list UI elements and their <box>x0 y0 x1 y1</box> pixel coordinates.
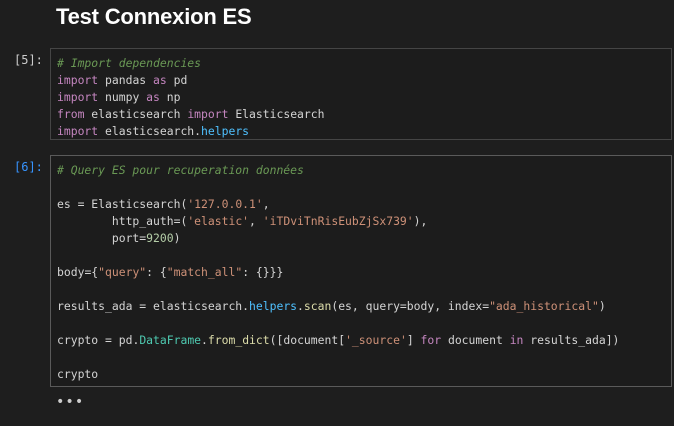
code-token: helpers <box>201 124 250 138</box>
code-token: as <box>146 90 160 104</box>
code-token: : {}}} <box>242 265 284 279</box>
code-token: elasticsearch. <box>146 299 250 313</box>
code-token: . <box>201 333 208 347</box>
code-token: ] <box>406 333 421 347</box>
code-token: from_dict <box>207 333 270 347</box>
code-token: scan <box>303 299 332 313</box>
code-token: document <box>441 333 510 347</box>
code-token: "match_all" <box>166 265 243 279</box>
code-token: pandas <box>98 73 154 87</box>
code-token: es <box>57 197 78 211</box>
code-token: # Import dependencies <box>57 56 202 70</box>
code-token: , <box>262 197 270 211</box>
code-token: results_ada <box>57 299 140 313</box>
code-cell-imports[interactable]: [5]: # Import dependencies import pandas … <box>0 48 674 144</box>
code-line: port=9200) <box>57 230 181 247</box>
code-token: : { <box>146 265 167 279</box>
code-token: pd. <box>111 333 140 347</box>
code-token: in <box>509 333 524 347</box>
code-token: import <box>57 124 99 138</box>
code-token: 'iTDviTnRisEubZjSx739' <box>262 214 414 228</box>
code-token: port <box>57 231 140 245</box>
notebook-title: Test Connexion ES <box>56 4 252 29</box>
more-actions-icon[interactable]: ••• <box>56 394 84 410</box>
code-editor[interactable]: # Query ES pour recuperation données es =… <box>50 155 672 387</box>
code-line: from elasticsearch import Elasticsearch <box>57 106 324 123</box>
code-token: crypto <box>57 333 106 347</box>
code-token: pd <box>166 73 188 87</box>
code-token: from <box>57 107 85 121</box>
code-token: . <box>297 299 304 313</box>
code-token: # Query ES pour recuperation données <box>57 163 304 177</box>
code-line: crypto = pd.DataFrame.from_dict([documen… <box>57 332 619 349</box>
code-line: import pandas as pd <box>57 72 187 89</box>
code-token: '_source' <box>345 333 407 347</box>
code-line: body={"query": {"match_all": {}}} <box>57 264 283 281</box>
code-token: = <box>105 333 112 347</box>
code-line: crypto <box>57 366 98 383</box>
code-line: # Query ES pour recuperation données <box>57 162 304 179</box>
code-token: Elasticsearch <box>228 107 325 121</box>
code-token: ([document[ <box>269 333 346 347</box>
code-token: import <box>57 90 99 104</box>
code-token: (es, query <box>331 299 400 313</box>
code-editor[interactable]: # Import dependencies import pandas as pd… <box>50 48 672 140</box>
code-token: 'elastic' <box>187 214 250 228</box>
code-token: for <box>420 333 442 347</box>
code-token: body <box>57 265 85 279</box>
code-cell-query[interactable]: [6]: # Query ES pour recuperation donnée… <box>0 155 674 390</box>
code-token: elasticsearch. <box>98 124 202 138</box>
code-token: as <box>153 73 167 87</box>
code-token: DataFrame <box>139 333 202 347</box>
code-token: np <box>159 90 181 104</box>
code-token: results_ada]) <box>523 333 620 347</box>
code-token: "query" <box>98 265 147 279</box>
execution-count: [5]: <box>14 53 43 67</box>
code-line: es = Elasticsearch('127.0.0.1', <box>57 196 270 213</box>
code-token: elasticsearch <box>84 107 188 121</box>
code-token: body, index <box>406 299 483 313</box>
code-line: import numpy as np <box>57 89 180 106</box>
code-token: numpy <box>98 90 147 104</box>
code-token: crypto <box>57 367 99 381</box>
code-line: http_auth=('elastic', 'iTDviTnRisEubZjSx… <box>57 213 428 230</box>
code-token: "ada_historical" <box>489 299 599 313</box>
code-line: results_ada = elasticsearch.helpers.scan… <box>57 298 606 315</box>
code-token: ) <box>173 231 181 245</box>
code-line: # Import dependencies <box>57 55 201 72</box>
code-token: 9200 <box>146 231 174 245</box>
code-token: ) <box>598 299 606 313</box>
code-token: import <box>187 107 229 121</box>
code-token: = <box>399 299 407 313</box>
code-token: import <box>57 73 99 87</box>
code-line: import elasticsearch.helpers <box>57 123 249 140</box>
code-token: '127.0.0.1' <box>187 197 263 211</box>
code-token: Elasticsearch( <box>84 197 188 211</box>
code-token: http_auth <box>57 214 174 228</box>
code-token: , <box>249 214 263 228</box>
code-token: helpers <box>249 299 298 313</box>
execution-count: [6]: <box>14 160 43 174</box>
code-token: ), <box>413 214 428 228</box>
